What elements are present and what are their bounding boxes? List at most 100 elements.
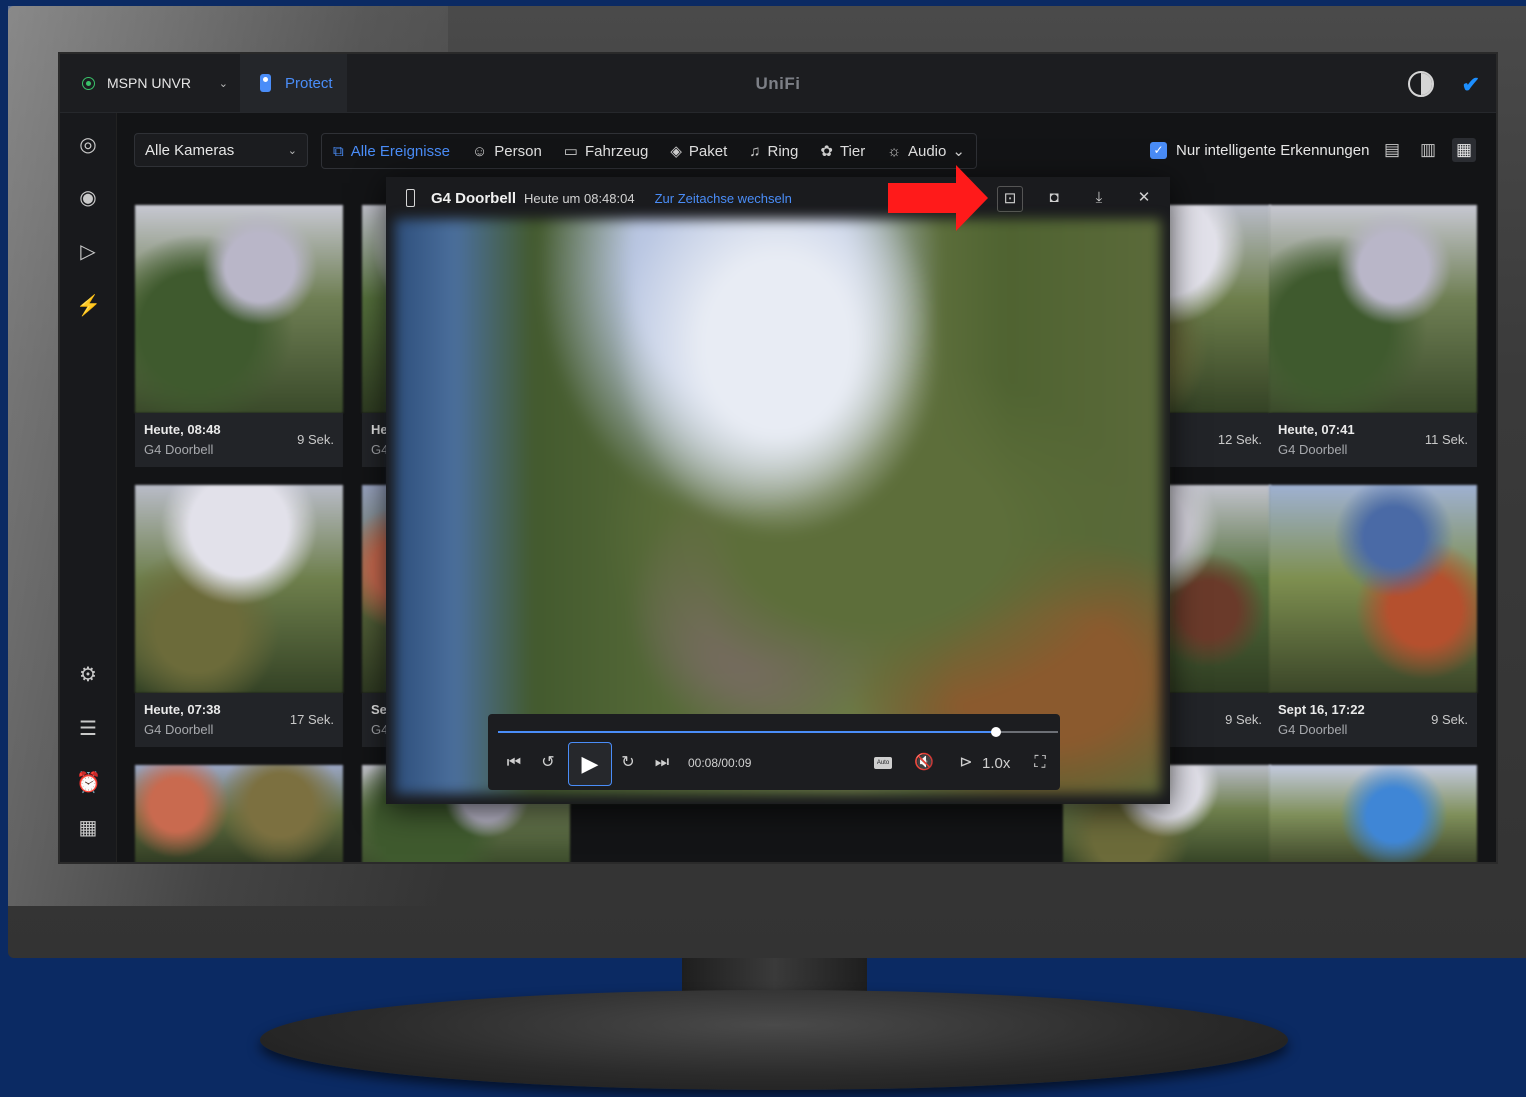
package-icon: ◈ [670, 143, 682, 160]
event-card[interactable]: Sept 16, 17:22 G4 Doorbell 9 Sek. [1269, 485, 1477, 747]
monitor-stand-base [260, 990, 1288, 1090]
doorbell-icon [406, 189, 415, 207]
chart-view-icon[interactable]: ▥ [1416, 138, 1440, 162]
scrub-bar[interactable] [498, 727, 1058, 737]
event-duration: 9 Sek. [1225, 712, 1262, 727]
event-time: Se [371, 702, 387, 717]
event-thumbnail [1269, 485, 1477, 693]
play-button[interactable]: ▶ [568, 742, 612, 786]
scrub-handle[interactable] [991, 727, 1002, 737]
person-icon: ☺ [471, 142, 488, 160]
event-camera: G4 Doorbell [144, 722, 214, 737]
event-card[interactable]: Heute, 07:41 G4 Doorbell 11 Sek. [1269, 205, 1477, 467]
play-icon[interactable]: ▷ [76, 240, 100, 264]
settings-gear-icon[interactable]: ⚙ [76, 663, 100, 687]
download-icon[interactable]: ⤓ [1087, 186, 1111, 210]
video-frame[interactable] [395, 219, 1161, 794]
filter-package[interactable]: ◈ Paket [659, 134, 738, 168]
vehicle-icon: ▭ [563, 143, 578, 160]
filter-label: Audio [907, 142, 947, 160]
quality-auto-icon[interactable]: Auto [874, 757, 892, 769]
event-duration: 9 Sek. [297, 432, 334, 447]
chevron-down-icon: ⌄ [952, 143, 965, 160]
skip-next-icon[interactable]: ⏭ [650, 751, 674, 775]
alarm-icon[interactable]: ⏰ [76, 771, 101, 795]
filter-label: Tier [839, 142, 866, 160]
filter-audio[interactable]: ☼ Audio ⌄ [876, 134, 976, 168]
camera-icon[interactable]: ◉ [76, 186, 100, 210]
event-thumbnail [1269, 765, 1477, 862]
event-thumbnail [135, 205, 343, 413]
logs-icon[interactable]: ☰ [76, 717, 100, 741]
event-card[interactable] [1269, 765, 1477, 862]
top-bar: MSPN UNVR ⌄ Protect UniFi ✔ [60, 54, 1496, 113]
event-info: Heute, 08:48 G4 Doorbell 9 Sek. [135, 413, 343, 467]
playback-speed[interactable]: 1.0x [982, 755, 1010, 772]
app-screen: MSPN UNVR ⌄ Protect UniFi ✔ ◎ ◉ ▷ ⚡ ⚙ ☰ … [58, 52, 1498, 864]
user-account-icon[interactable]: ✔ [1462, 72, 1480, 98]
alarm-icon: ☼ [887, 142, 901, 160]
event-card[interactable] [135, 765, 343, 862]
filter-ring[interactable]: ♫ Ring [738, 134, 809, 168]
rewind-10-icon[interactable]: ↺ [536, 751, 560, 775]
filter-person[interactable]: ☺ Person [461, 134, 553, 168]
filter-all-events[interactable]: ⧉ Alle Ereignisse [322, 134, 461, 168]
smart-detections-toggle[interactable]: ✓ Nur intelligente Erkennungen [1150, 142, 1369, 159]
camera-select-value: Alle Kameras [145, 141, 235, 159]
filter-bar: Alle Kameras ⌄ ⧉ Alle Ereignisse ☺ Perso… [116, 113, 1496, 187]
event-thumbnail [135, 765, 343, 862]
timeline-link[interactable]: Zur Zeitachse wechseln [655, 191, 792, 206]
event-info: Heute, 07:41 G4 Doorbell 11 Sek. [1269, 413, 1477, 467]
bell-icon: ♫ [749, 142, 761, 160]
brand-title: UniFi [755, 74, 801, 93]
smart-zoom-icon[interactable]: ⊡ [997, 186, 1023, 212]
filter-vehicle[interactable]: ▭ Fahrzeug [553, 134, 660, 168]
event-info: Heute, 07:38 G4 Doorbell 17 Sek. [135, 693, 343, 747]
event-player-modal: G4 Doorbell Heute um 08:48:04 Zur Zeitac… [386, 177, 1170, 804]
event-card[interactable]: Heute, 08:48 G4 Doorbell 9 Sek. [135, 205, 343, 467]
camera-select[interactable]: Alle Kameras ⌄ [134, 133, 308, 167]
forward-10-icon[interactable]: ↻ [616, 751, 640, 775]
event-time: Heute, 07:41 [1278, 422, 1355, 437]
checkbox-checked-icon[interactable]: ✓ [1150, 142, 1167, 159]
floorplan-icon[interactable]: ▦ [76, 816, 100, 840]
calendar-view-icon[interactable]: ▤ [1380, 138, 1404, 162]
event-type-filters: ⧉ Alle Ereignisse ☺ Person ▭ Fahrzeug ◈ … [321, 133, 977, 169]
player-controls: ⏮ ↺ ▶ ↻ ⏭ 00:08/00:09 Auto 🔇 ⊳ 1.0x ⛶ [488, 714, 1060, 790]
filter-label: Person [494, 142, 542, 160]
filter-label: Alle Ereignisse [350, 142, 450, 160]
smart-detections-label: Nur intelligente Erkennungen [1176, 142, 1370, 159]
event-duration: 11 Sek. [1424, 432, 1468, 447]
chevron-down-icon: ⌄ [287, 144, 297, 157]
playback-speed-icon[interactable]: ⊳ [954, 751, 978, 775]
event-time: Heute, 07:38 [144, 702, 221, 717]
filter-animal[interactable]: ✿ Tier [809, 134, 876, 168]
all-events-icon: ⧉ [333, 142, 344, 160]
sidebar: ◎ ◉ ▷ ⚡ ⚙ ☰ ⏰ ▦ [60, 113, 117, 862]
close-icon[interactable]: ✕ [1132, 186, 1156, 210]
event-card[interactable]: Heute, 07:38 G4 Doorbell 17 Sek. [135, 485, 343, 747]
fullscreen-icon[interactable]: ⛶ [1028, 751, 1052, 775]
mute-icon[interactable]: 🔇 [912, 751, 936, 775]
event-time: Heute, 08:48 [144, 422, 221, 437]
event-info: Sept 16, 17:22 G4 Doorbell 9 Sek. [1269, 693, 1477, 747]
detections-icon[interactable]: ⚡ [76, 294, 101, 318]
filter-label: Fahrzeug [584, 142, 649, 160]
paw-icon: ✿ [820, 143, 833, 160]
theme-toggle-icon[interactable] [1408, 71, 1434, 97]
skip-previous-icon[interactable]: ⏮ [502, 751, 526, 775]
event-camera: G4 Doorbell [144, 442, 214, 457]
event-camera: G4 Doorbell [1278, 722, 1348, 737]
player-timestamp: Heute um 08:48:04 [524, 190, 635, 206]
player-camera-name: G4 Doorbell [431, 189, 517, 207]
filter-label: Ring [767, 142, 799, 160]
annotation-arrow [888, 165, 988, 231]
grid-view-icon[interactable]: ▦ [1452, 138, 1476, 162]
event-duration: 12 Sek. [1217, 432, 1262, 447]
scrub-progress [498, 731, 997, 733]
event-thumbnail [135, 485, 343, 693]
event-duration: 17 Sek. [289, 712, 334, 727]
event-thumbnail [1269, 205, 1477, 413]
dashboard-icon[interactable]: ◎ [76, 133, 100, 157]
snapshot-camera-icon[interactable]: ◘ [1042, 186, 1066, 210]
